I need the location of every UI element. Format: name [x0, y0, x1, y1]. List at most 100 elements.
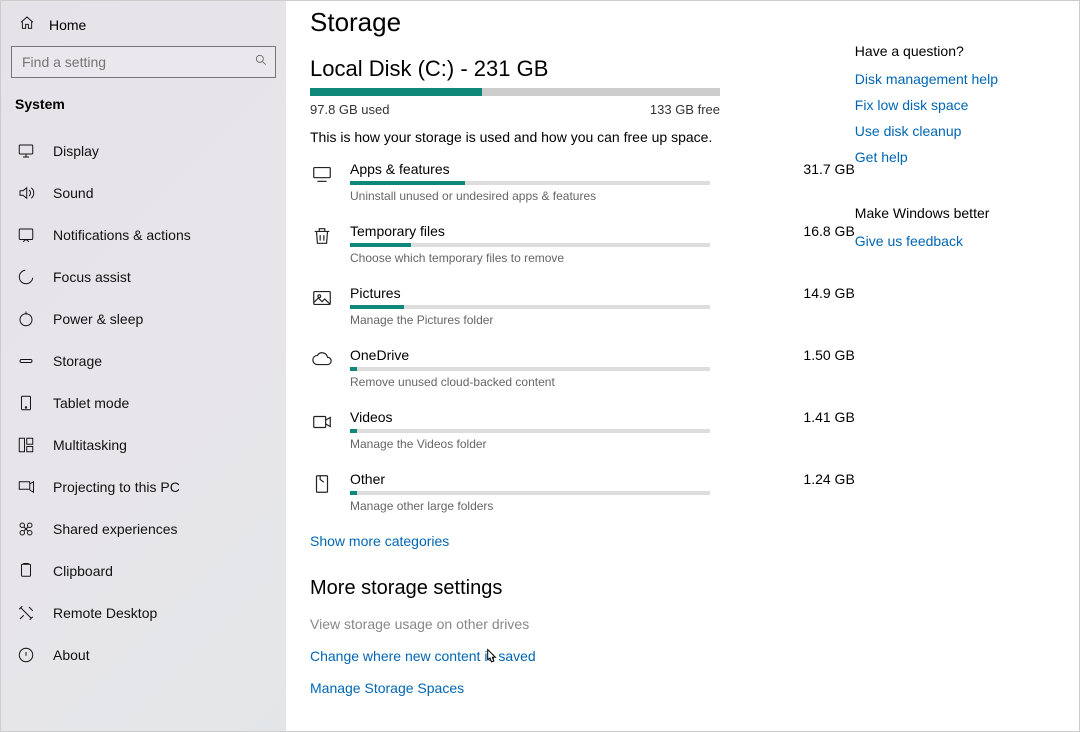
- nav-label: Power & sleep: [53, 311, 143, 327]
- nav-label: Storage: [53, 353, 102, 369]
- make-better-heading: Make Windows better: [855, 205, 1069, 221]
- category-temporary-files[interactable]: Temporary files 16.8 GB Choose which tempo…: [310, 223, 855, 265]
- help-link[interactable]: Disk management help: [855, 71, 1069, 87]
- category-bar: [350, 243, 710, 247]
- category-bar: [350, 305, 710, 309]
- nav-item-clipboard[interactable]: Clipboard: [1, 550, 286, 592]
- category-pictures[interactable]: Pictures 14.9 GB Manage the Pictures folde…: [310, 285, 855, 327]
- category-size: 16.8 GB: [803, 223, 854, 239]
- more-link[interactable]: Manage Storage Spaces: [310, 680, 855, 696]
- category-onedrive[interactable]: OneDrive1.50 GBRemove unused cloud-backe…: [310, 347, 855, 389]
- category-icon: [310, 225, 334, 249]
- sidebar: Home System Display Sound Notifications & …: [1, 1, 286, 731]
- nav-item-notifications-actions[interactable]: Notifications & actions: [1, 214, 286, 256]
- nav-label: Shared experiences: [53, 521, 178, 537]
- nav-label: Focus assist: [53, 269, 131, 285]
- help-link[interactable]: Use disk cleanup: [855, 123, 1069, 139]
- category-videos[interactable]: Videos 1.41 GB Manage the Videos folder: [310, 409, 855, 451]
- disk-free-label: 133 GB free: [650, 102, 720, 117]
- nav-item-projecting-to-this-pc[interactable]: Projecting to this PC: [1, 466, 286, 508]
- nav-icon: [17, 436, 35, 454]
- nav-label: Display: [53, 143, 99, 159]
- category-size: 31.7 GB: [803, 161, 854, 177]
- nav-label: Tablet mode: [53, 395, 129, 411]
- nav-icon: [17, 394, 35, 412]
- category-bar: [350, 367, 710, 371]
- nav-icon: [17, 352, 35, 370]
- category-subtitle: Manage the Pictures folder: [350, 313, 855, 327]
- category-subtitle: Manage other large folders: [350, 499, 855, 513]
- category-subtitle: Remove unused cloud-backed content: [350, 375, 855, 389]
- search-input[interactable]: [11, 46, 276, 78]
- disk-title: Local Disk (C:) - 231 GB: [310, 56, 855, 82]
- category-apps-features[interactable]: Apps & features 31.7 GB Uninstall unused o…: [310, 161, 855, 203]
- nav-icon: [17, 310, 35, 328]
- category-bar: [350, 181, 710, 185]
- category-bar: [350, 491, 710, 495]
- nav-icon: [17, 520, 35, 538]
- category-subtitle: Uninstall unused or undesired apps & fea…: [350, 189, 855, 203]
- nav-item-sound[interactable]: Sound: [1, 172, 286, 214]
- nav-label: Remote Desktop: [53, 605, 157, 621]
- nav-label: Notifications & actions: [53, 227, 191, 243]
- category-subtitle: Choose which temporary files to remove: [350, 251, 855, 265]
- feedback-link[interactable]: Give us feedback: [855, 233, 1069, 249]
- category-name: Videos: [350, 409, 393, 425]
- nav-label: Multitasking: [53, 437, 127, 453]
- nav-item-focus-assist[interactable]: Focus assist: [1, 256, 286, 298]
- disk-usage-bar: [310, 88, 720, 96]
- category-icon: [310, 287, 334, 311]
- category-icon: [310, 473, 334, 497]
- nav-icon: [17, 562, 35, 580]
- more-link[interactable]: View storage usage on other drives: [310, 616, 855, 632]
- disk-used-label: 97.8 GB used: [310, 102, 390, 117]
- nav-icon: [17, 478, 35, 496]
- have-question-heading: Have a question?: [855, 43, 1069, 59]
- page-title: Storage: [310, 7, 855, 38]
- nav-item-remote-desktop[interactable]: Remote Desktop: [1, 592, 286, 634]
- nav-icon: [17, 268, 35, 286]
- nav-item-display[interactable]: Display: [1, 130, 286, 172]
- more-link[interactable]: Change where new content is saved: [310, 648, 855, 664]
- category-icon: [310, 411, 334, 435]
- nav-item-power-sleep[interactable]: Power & sleep: [1, 298, 286, 340]
- section-label: System: [1, 92, 286, 130]
- nav-list: Display Sound Notifications & actions Focus…: [1, 130, 286, 676]
- nav-item-tablet-mode[interactable]: Tablet mode: [1, 382, 286, 424]
- nav-icon: [17, 646, 35, 664]
- main: Storage Local Disk (C:) - 231 GB 97.8 GB…: [286, 1, 1079, 731]
- nav-icon: [17, 226, 35, 244]
- category-size: 1.50 GB: [803, 347, 854, 363]
- home-button[interactable]: Home: [1, 11, 286, 46]
- help-link[interactable]: Get help: [855, 149, 1069, 165]
- nav-item-multitasking[interactable]: Multitasking: [1, 424, 286, 466]
- category-icon: [310, 163, 334, 187]
- category-subtitle: Manage the Videos folder: [350, 437, 855, 451]
- home-icon: [19, 15, 35, 34]
- search-icon: [254, 53, 268, 70]
- category-name: Other: [350, 471, 385, 487]
- right-panel: Have a question? Disk management help Fix…: [855, 7, 1079, 731]
- category-name: Apps & features: [350, 161, 450, 177]
- nav-icon: [17, 184, 35, 202]
- category-size: 1.24 GB: [803, 471, 854, 487]
- category-name: Pictures: [350, 285, 401, 301]
- nav-item-storage[interactable]: Storage: [1, 340, 286, 382]
- nav-item-shared-experiences[interactable]: Shared experiences: [1, 508, 286, 550]
- nav-label: Sound: [53, 185, 93, 201]
- nav-label: Projecting to this PC: [53, 479, 180, 495]
- show-more-link[interactable]: Show more categories: [310, 533, 855, 549]
- nav-icon: [17, 142, 35, 160]
- category-icon: [310, 349, 334, 373]
- help-link[interactable]: Fix low disk space: [855, 97, 1069, 113]
- category-size: 14.9 GB: [803, 285, 854, 301]
- nav-label: About: [53, 647, 90, 663]
- nav-item-about[interactable]: About: [1, 634, 286, 676]
- category-name: Temporary files: [350, 223, 445, 239]
- category-other[interactable]: Other 1.24 GB Manage other large folders: [310, 471, 855, 513]
- nav-icon: [17, 604, 35, 622]
- home-label: Home: [49, 17, 86, 33]
- nav-label: Clipboard: [53, 563, 113, 579]
- more-settings-title: More storage settings: [310, 577, 855, 600]
- category-size: 1.41 GB: [803, 409, 854, 425]
